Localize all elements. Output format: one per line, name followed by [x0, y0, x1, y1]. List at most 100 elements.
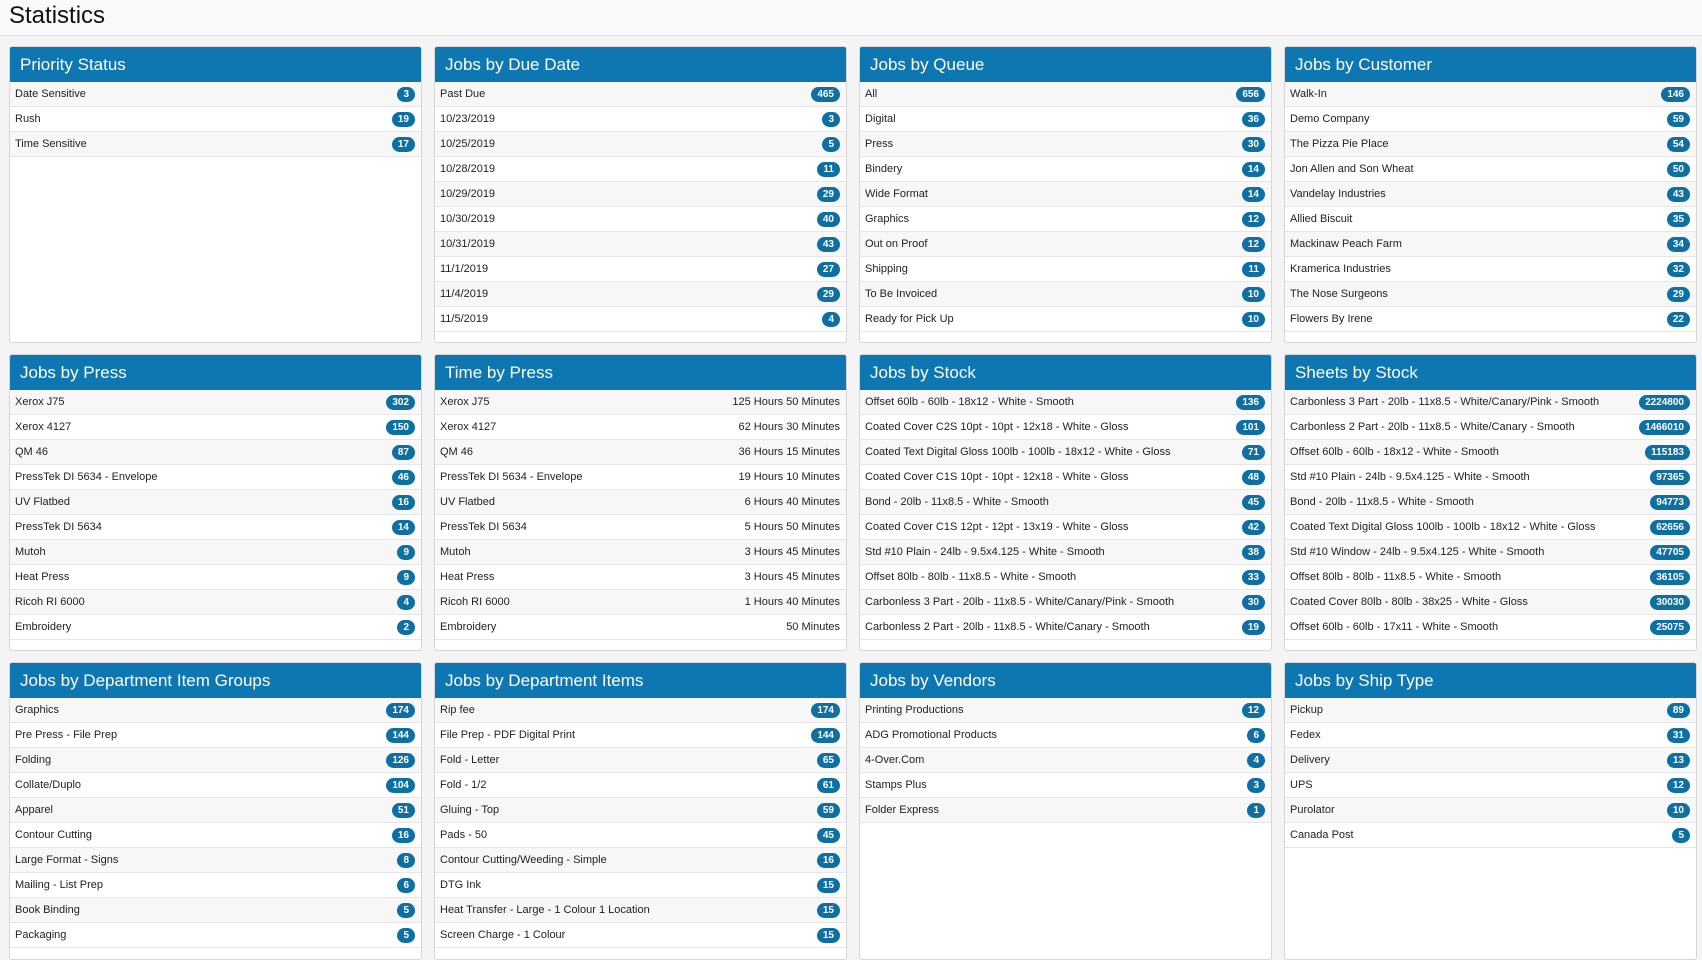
stat-row[interactable]: Offset 60lb - 60lb - 18x12 - White - Smo… — [860, 390, 1271, 415]
stat-row[interactable]: Coated Text Digital Gloss 100lb - 100lb … — [1285, 515, 1696, 540]
stat-row[interactable]: 10/30/2019 40 — [435, 207, 846, 232]
stat-row[interactable]: Vandelay Industries 43 — [1285, 182, 1696, 207]
stat-row[interactable]: Fold - 1/2 61 — [435, 773, 846, 798]
stat-row[interactable]: Ready for Pick Up 10 — [860, 307, 1271, 332]
stat-row[interactable]: Canada Post 5 — [1285, 823, 1696, 848]
stat-row[interactable]: Gluing - Top 59 — [435, 798, 846, 823]
stat-row[interactable]: 11/4/2019 29 — [435, 282, 846, 307]
stat-row[interactable]: UV Flatbed 16 — [10, 490, 421, 515]
stat-row[interactable]: Coated Cover 80lb - 80lb - 38x25 - White… — [1285, 590, 1696, 615]
stat-row[interactable]: Carbonless 3 Part - 20lb - 11x8.5 - Whit… — [1285, 390, 1696, 415]
stat-row[interactable]: Rush 19 — [10, 107, 421, 132]
stat-row[interactable]: Embroidery 2 — [10, 615, 421, 640]
stat-row[interactable]: Shipping 11 — [860, 257, 1271, 282]
stat-row[interactable]: Heat Press 9 — [10, 565, 421, 590]
stat-row[interactable]: Pre Press - File Prep 144 — [10, 723, 421, 748]
stat-row[interactable]: To Be Invoiced 10 — [860, 282, 1271, 307]
stat-row[interactable]: The Nose Surgeons 29 — [1285, 282, 1696, 307]
stat-row[interactable]: PressTek DI 5634 14 — [10, 515, 421, 540]
stat-row[interactable]: 10/29/2019 29 — [435, 182, 846, 207]
stat-row[interactable]: 10/28/2019 11 — [435, 157, 846, 182]
stat-row[interactable]: Bond - 20lb - 11x8.5 - White - Smooth 45 — [860, 490, 1271, 515]
stat-row[interactable]: Heat Transfer - Large - 1 Colour 1 Locat… — [435, 898, 846, 923]
stat-row[interactable]: Std #10 Window - 24lb - 9.5x4.125 - Whit… — [1285, 540, 1696, 565]
stat-row[interactable]: UPS 12 — [1285, 773, 1696, 798]
stat-row[interactable]: 10/31/2019 43 — [435, 232, 846, 257]
stat-row[interactable]: Past Due 465 — [435, 82, 846, 107]
stat-row[interactable]: Walk-In 146 — [1285, 82, 1696, 107]
stat-row[interactable]: All 656 — [860, 82, 1271, 107]
stat-row[interactable]: Ricoh RI 6000 1 Hours 40 Minutes — [435, 590, 846, 615]
stat-row[interactable]: Fedex 31 — [1285, 723, 1696, 748]
stat-row[interactable]: Xerox J75 125 Hours 50 Minutes — [435, 390, 846, 415]
stat-row[interactable]: Bond - 20lb - 11x8.5 - White - Smooth 947… — [1285, 490, 1696, 515]
stat-row[interactable]: Xerox 4127 62 Hours 30 Minutes — [435, 415, 846, 440]
stat-row[interactable]: Time Sensitive 17 — [10, 132, 421, 157]
stat-row[interactable]: Allied Biscuit 35 — [1285, 207, 1696, 232]
stat-row[interactable]: PressTek DI 5634 5 Hours 50 Minutes — [435, 515, 846, 540]
stat-row[interactable]: Delivery 13 — [1285, 748, 1696, 773]
stat-row[interactable]: Jon Allen and Son Wheat 50 — [1285, 157, 1696, 182]
stat-row[interactable]: File Prep - PDF Digital Print 144 — [435, 723, 846, 748]
stat-row[interactable]: Offset 60lb - 60lb - 17x11 - White - Smo… — [1285, 615, 1696, 640]
stat-row[interactable]: 10/25/2019 5 — [435, 132, 846, 157]
stat-row[interactable]: QM 46 87 — [10, 440, 421, 465]
stat-row[interactable]: Digital 36 — [860, 107, 1271, 132]
stat-row[interactable]: Coated Cover C1S 12pt - 12pt - 13x19 - W… — [860, 515, 1271, 540]
stat-row[interactable]: Mutoh 9 — [10, 540, 421, 565]
stat-row[interactable]: Demo Company 59 — [1285, 107, 1696, 132]
stat-row[interactable]: Bindery 14 — [860, 157, 1271, 182]
stat-row[interactable]: Kramerica Industries 32 — [1285, 257, 1696, 282]
stat-row[interactable]: UV Flatbed 6 Hours 40 Minutes — [435, 490, 846, 515]
stat-row[interactable]: Std #10 Plain - 24lb - 9.5x4.125 - White… — [860, 540, 1271, 565]
stat-row[interactable]: Carbonless 2 Part - 20lb - 11x8.5 - Whit… — [860, 615, 1271, 640]
stat-row[interactable]: Book Binding 5 — [10, 898, 421, 923]
stat-row[interactable]: Mutoh 3 Hours 45 Minutes — [435, 540, 846, 565]
stat-row[interactable]: 11/1/2019 27 — [435, 257, 846, 282]
stat-row[interactable]: Flowers By Irene 22 — [1285, 307, 1696, 332]
stat-row[interactable]: Stamps Plus 3 — [860, 773, 1271, 798]
stat-row[interactable]: Wide Format 14 — [860, 182, 1271, 207]
stat-row[interactable]: The Pizza Pie Place 54 — [1285, 132, 1696, 157]
stat-row[interactable]: Out on Proof 12 — [860, 232, 1271, 257]
stat-row[interactable]: ADG Promotional Products 6 — [860, 723, 1271, 748]
stat-row[interactable]: Coated Cover C2S 10pt - 10pt - 12x18 - W… — [860, 415, 1271, 440]
stat-row[interactable]: Ricoh RI 6000 4 — [10, 590, 421, 615]
stat-row[interactable]: Xerox 4127 150 — [10, 415, 421, 440]
stat-row[interactable]: Coated Text Digital Gloss 100lb - 100lb … — [860, 440, 1271, 465]
stat-row[interactable]: Rip fee 174 — [435, 698, 846, 723]
stat-row[interactable]: Press 30 — [860, 132, 1271, 157]
stat-row[interactable]: Printing Productions 12 — [860, 698, 1271, 723]
stat-row[interactable]: Collate/Duplo 104 — [10, 773, 421, 798]
stat-row[interactable]: QM 46 36 Hours 15 Minutes — [435, 440, 846, 465]
stat-row[interactable]: Xerox J75 302 — [10, 390, 421, 415]
stat-row[interactable]: Folding 126 — [10, 748, 421, 773]
stat-row[interactable]: Heat Press 3 Hours 45 Minutes — [435, 565, 846, 590]
stat-row[interactable]: Pickup 89 — [1285, 698, 1696, 723]
stat-row[interactable]: Packaging 5 — [10, 923, 421, 948]
stat-row[interactable]: Offset 80lb - 80lb - 11x8.5 - White - Sm… — [1285, 565, 1696, 590]
stat-row[interactable]: Large Format - Signs 8 — [10, 848, 421, 873]
stat-row[interactable]: Std #10 Plain - 24lb - 9.5x4.125 - White… — [1285, 465, 1696, 490]
stat-row[interactable]: Pads - 50 45 — [435, 823, 846, 848]
stat-row[interactable]: Date Sensitive 3 — [10, 82, 421, 107]
stat-row[interactable]: Embroidery 50 Minutes — [435, 615, 846, 640]
stat-row[interactable]: Offset 80lb - 80lb - 11x8.5 - White - Sm… — [860, 565, 1271, 590]
stat-row[interactable]: Contour Cutting/Weeding - Simple 16 — [435, 848, 846, 873]
stat-row[interactable]: Coated Cover C1S 10pt - 10pt - 12x18 - W… — [860, 465, 1271, 490]
stat-row[interactable]: Screen Charge - 1 Colour 15 — [435, 923, 846, 948]
stat-row[interactable]: PressTek DI 5634 - Envelope 19 Hours 10 M… — [435, 465, 846, 490]
stat-row[interactable]: Offset 60lb - 60lb - 18x12 - White - Smo… — [1285, 440, 1696, 465]
stat-row[interactable]: Purolator 10 — [1285, 798, 1696, 823]
stat-row[interactable]: Graphics 12 — [860, 207, 1271, 232]
stat-row[interactable]: Carbonless 3 Part - 20lb - 11x8.5 - Whit… — [860, 590, 1271, 615]
stat-row[interactable]: Apparel 51 — [10, 798, 421, 823]
stat-row[interactable]: PressTek DI 5634 - Envelope 46 — [10, 465, 421, 490]
stat-row[interactable]: Mackinaw Peach Farm 34 — [1285, 232, 1696, 257]
stat-row[interactable]: Mailing - List Prep 6 — [10, 873, 421, 898]
stat-row[interactable]: 4-Over.Com 4 — [860, 748, 1271, 773]
stat-row[interactable]: DTG Ink 15 — [435, 873, 846, 898]
stat-row[interactable]: Graphics 174 — [10, 698, 421, 723]
stat-row[interactable]: Carbonless 2 Part - 20lb - 11x8.5 - Whit… — [1285, 415, 1696, 440]
stat-row[interactable]: Fold - Letter 65 — [435, 748, 846, 773]
